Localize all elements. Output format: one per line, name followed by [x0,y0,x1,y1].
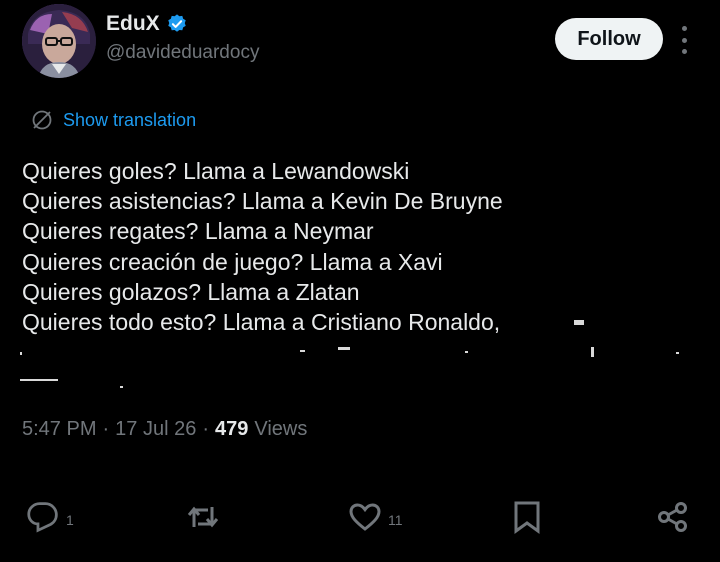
meta-separator: · [202,418,209,440]
repost-icon [187,506,219,528]
reply-button[interactable]: 1 [26,500,74,534]
verified-badge-icon [166,13,188,35]
translate-icon [32,110,52,130]
like-icon [349,503,381,531]
display-name[interactable]: EduX [106,12,160,36]
tweet-line: Quieres goles? Llama a Lewandowski [22,158,410,184]
tweet-meta: 5:47 PM · 17 Jul 26 · 479 Views [22,418,307,441]
tweet-time[interactable]: 5:47 PM [22,418,96,441]
tweet-line: Quieres regates? Llama a Neymar [22,218,374,245]
like-count: 11 [388,512,403,528]
like-button[interactable]: 11 [348,500,403,534]
bookmark-icon [514,501,540,534]
clipped-text-remnants [0,320,720,400]
meta-separator: · [102,418,110,440]
avatar[interactable] [22,4,96,78]
bookmark-button[interactable] [510,500,544,534]
tweet-header: EduX @davideduardocy Follow [22,2,702,82]
tweet-date[interactable]: 17 Jul 26 [115,418,196,441]
reply-count: 1 [66,512,74,528]
action-bar: 1 11 [0,500,720,544]
show-translation-label[interactable]: Show translation [63,110,196,131]
show-translation-link[interactable]: Show translation [30,108,196,132]
tweet-line: Quieres todo esto? Llama a Cristiano Ron… [22,309,501,336]
handle[interactable]: @davideduardocy [106,42,259,64]
author-names: EduX @davideduardocy [106,12,259,64]
follow-button[interactable]: Follow [555,18,663,60]
views-count: 479 [215,418,249,440]
avatar-image [22,4,96,78]
more-icon[interactable] [677,26,691,54]
reply-icon [27,502,58,533]
tweet-line: Quieres asistencias? Llama a Kevin De Br… [22,188,503,215]
share-icon [658,502,687,532]
views-label: Views [254,418,308,440]
repost-button[interactable] [186,500,226,534]
tweet-text: Quieres goles? Llama a Lewandowski Quier… [22,156,702,337]
share-button[interactable] [656,500,690,534]
tweet-line: Quieres golazos? Llama a Zlatan [22,278,360,305]
tweet-line: Quieres creación de juego? Llama a Xavi [22,248,443,275]
